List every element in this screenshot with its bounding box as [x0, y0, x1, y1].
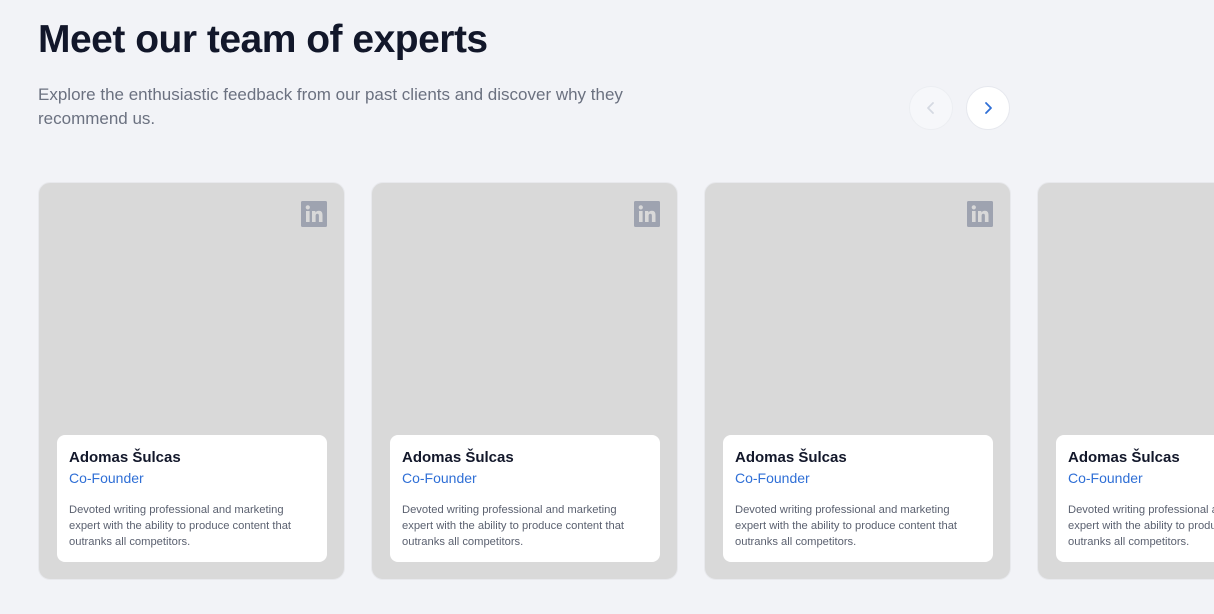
- team-member-card: Adomas Šulcas Co-Founder Devoted writing…: [1037, 182, 1214, 580]
- linkedin-icon[interactable]: [301, 201, 327, 227]
- team-section: Meet our team of experts Explore the ent…: [0, 0, 1214, 614]
- member-name: Adomas Šulcas: [402, 449, 514, 466]
- carousel-next-button[interactable]: [966, 86, 1010, 130]
- team-carousel: Adomas Šulcas Co-Founder Devoted writing…: [38, 182, 1214, 580]
- team-member-card: Adomas Šulcas Co-Founder Devoted writing…: [371, 182, 678, 580]
- member-role: Co-Founder: [735, 470, 810, 486]
- member-info: Adomas Šulcas Co-Founder Devoted writing…: [723, 435, 993, 562]
- linkedin-icon[interactable]: [967, 201, 993, 227]
- member-info: Adomas Šulcas Co-Founder Devoted writing…: [390, 435, 660, 562]
- team-member-card: Adomas Šulcas Co-Founder Devoted writing…: [704, 182, 1011, 580]
- team-member-card: Adomas Šulcas Co-Founder Devoted writing…: [38, 182, 345, 580]
- member-name: Adomas Šulcas: [735, 449, 847, 466]
- member-name: Adomas Šulcas: [1068, 449, 1180, 466]
- chevron-right-icon: [985, 102, 992, 114]
- page-title: Meet our team of experts: [38, 18, 488, 61]
- section-subtitle: Explore the enthusiastic feedback from o…: [38, 85, 623, 128]
- chevron-left-icon: [927, 102, 934, 114]
- member-role: Co-Founder: [1068, 470, 1143, 486]
- member-name: Adomas Šulcas: [69, 449, 181, 466]
- member-role: Co-Founder: [402, 470, 477, 486]
- member-role: Co-Founder: [69, 470, 144, 486]
- member-description: Devoted writing professional and marketi…: [1068, 504, 1214, 548]
- member-description: Devoted writing professional and marketi…: [735, 504, 958, 548]
- member-description: Devoted writing professional and marketi…: [69, 504, 292, 548]
- member-info: Adomas Šulcas Co-Founder Devoted writing…: [1056, 435, 1214, 562]
- member-description: Devoted writing professional and marketi…: [402, 504, 625, 548]
- carousel-prev-button[interactable]: [909, 86, 953, 130]
- member-info: Adomas Šulcas Co-Founder Devoted writing…: [57, 435, 327, 562]
- linkedin-icon[interactable]: [634, 201, 660, 227]
